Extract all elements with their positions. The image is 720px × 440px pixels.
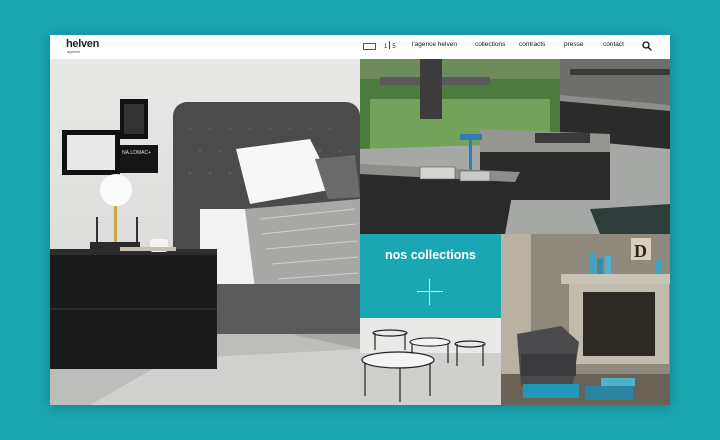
logo-wordmark: helven [66, 38, 100, 50]
nav-contact[interactable]: contact [603, 41, 624, 48]
grid-view-toggle[interactable] [363, 43, 376, 50]
page-indicator: 15 [384, 41, 396, 50]
pager-total: 5 [392, 44, 396, 50]
living-illustration: D [501, 234, 670, 405]
nav-presse[interactable]: presse [564, 41, 584, 48]
helven-logo[interactable]: helven agence [66, 38, 100, 55]
bedroom-illustration: NA.LOMAC+ [50, 99, 360, 405]
nav-agence[interactable]: l'agence helven [412, 41, 457, 48]
side-tables-image[interactable] [360, 318, 501, 405]
plus-icon[interactable] [417, 279, 443, 305]
tables-illustration [360, 318, 501, 405]
decor-letter: D [634, 241, 647, 261]
collections-title: nos collections [385, 248, 476, 262]
nav-collections[interactable]: collections [475, 41, 505, 48]
kitchen-image[interactable] [360, 59, 670, 234]
browser-frame: helven agence 15 l'agence helven collect… [50, 35, 670, 405]
site-header: helven agence 15 l'agence helven collect… [50, 35, 670, 59]
kitchen-illustration [360, 59, 670, 234]
nav-contracts[interactable]: contracts [519, 41, 545, 48]
poster-text: NA.LOMAC+ [122, 150, 151, 156]
search-icon[interactable] [642, 41, 652, 51]
pager-current: 1 [384, 44, 388, 50]
bedroom-image[interactable]: NA.LOMAC+ [50, 59, 360, 405]
collections-feature[interactable]: nos collections [360, 234, 501, 318]
living-room-image[interactable]: D [501, 234, 670, 405]
